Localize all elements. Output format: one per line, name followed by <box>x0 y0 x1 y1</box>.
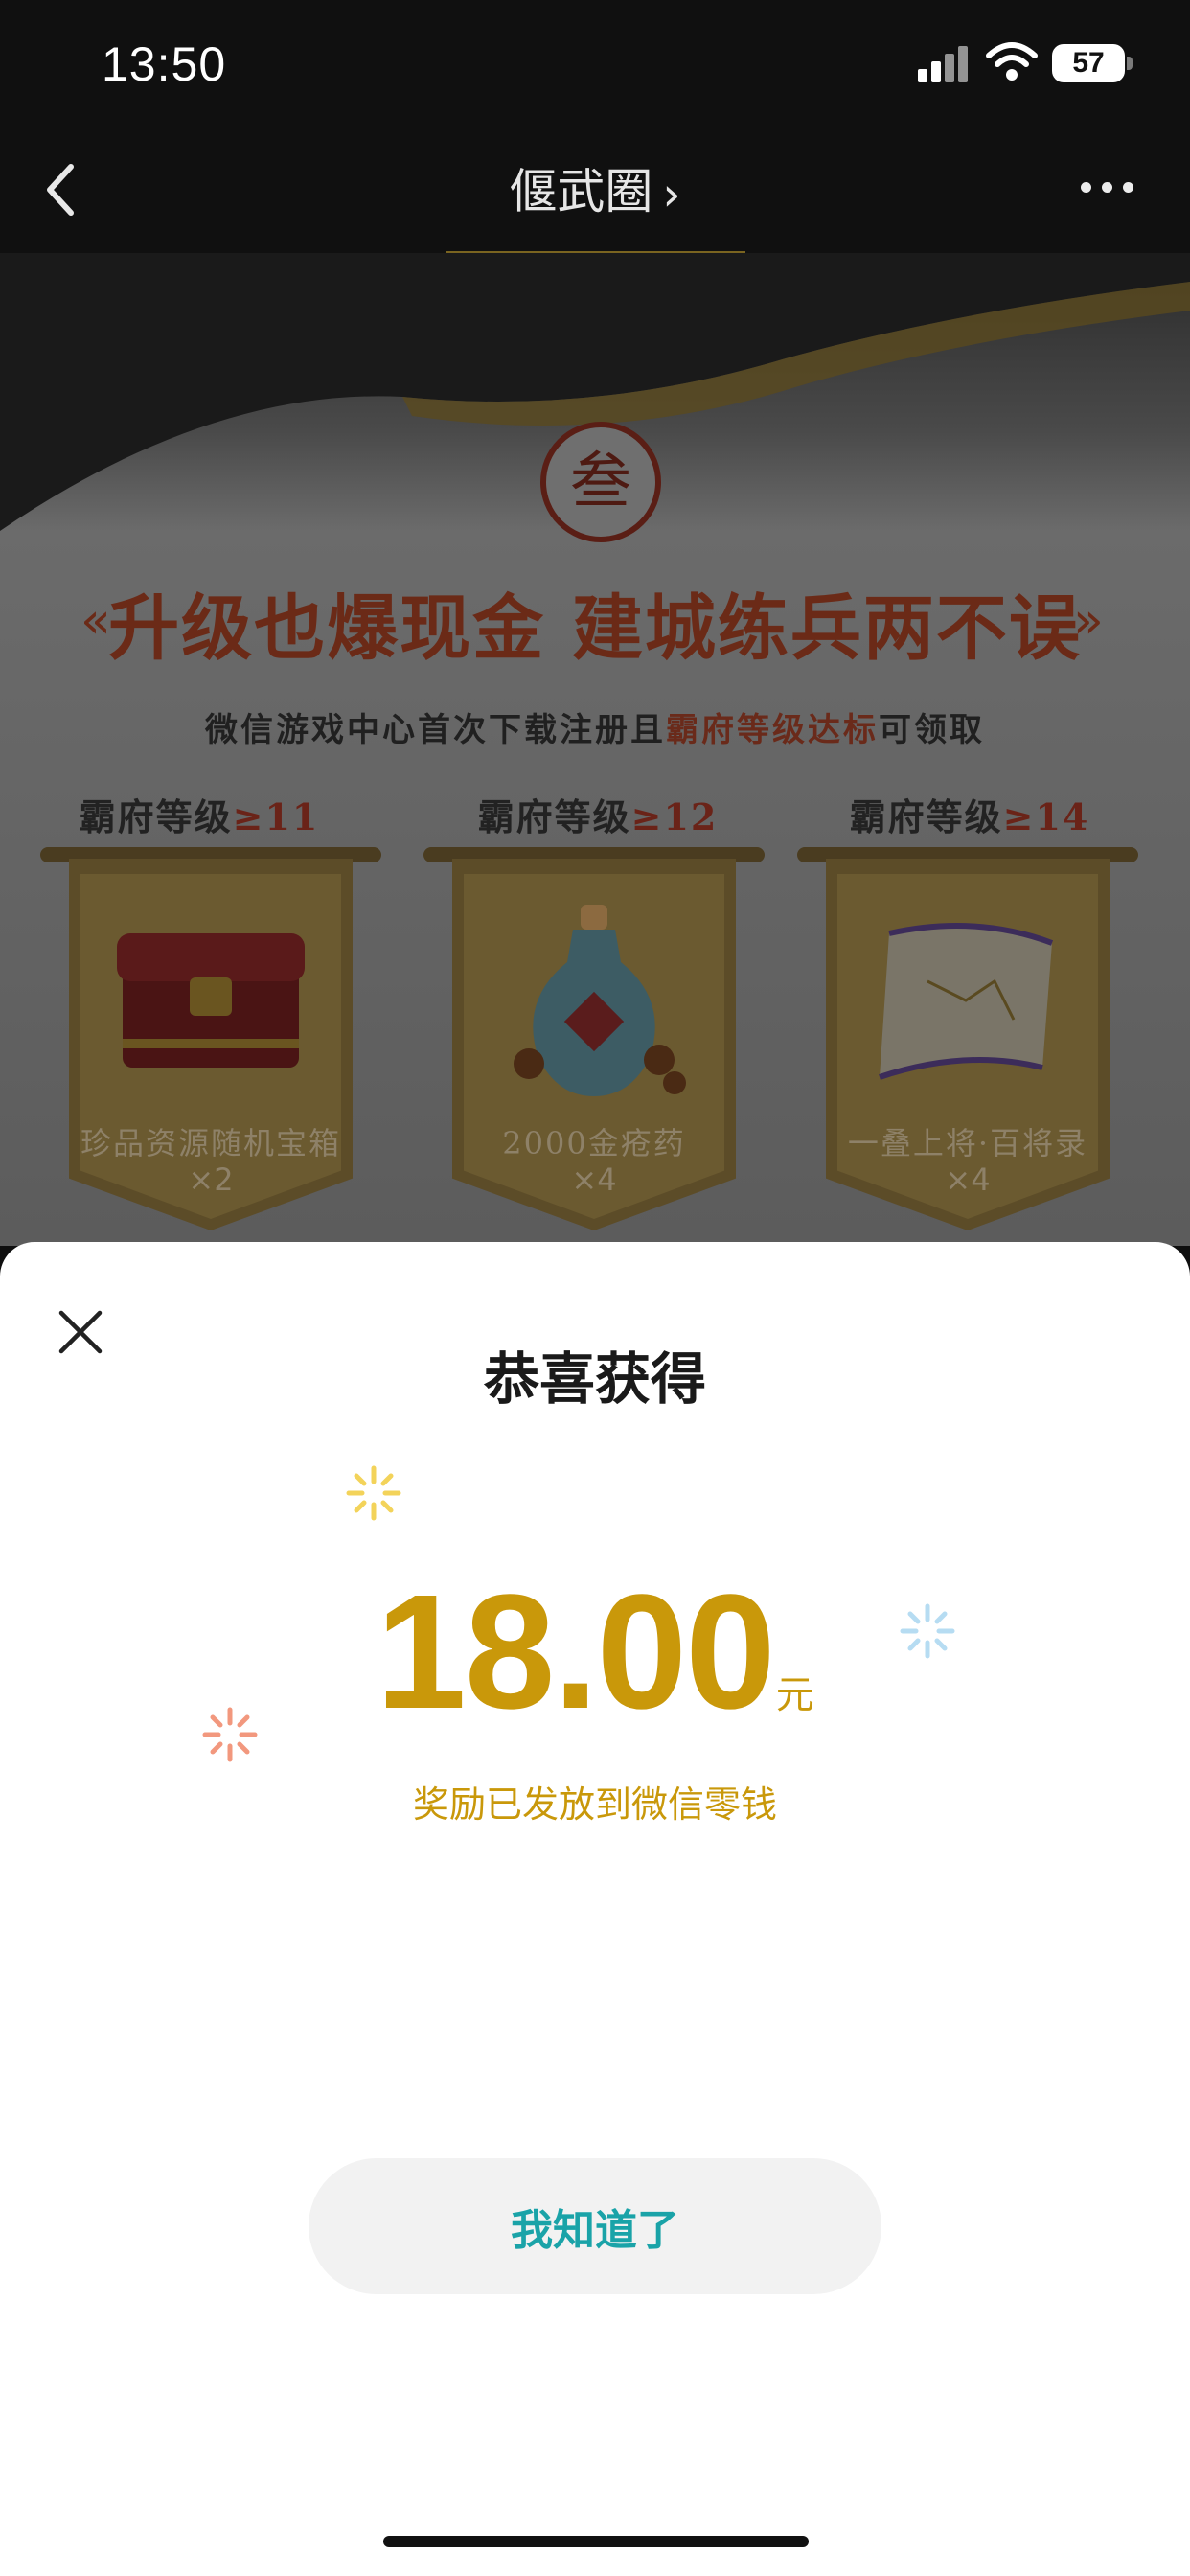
sparkle-yellow-icon <box>346 1465 401 1521</box>
reward-bottom-sheet <box>0 1242 1190 2576</box>
wifi-icon <box>986 42 1038 80</box>
subline-highlight: 霸府等级达标 <box>666 711 879 749</box>
reward-name-1: 珍品资源随机宝箱 <box>80 1125 341 1162</box>
reward-card-2: 2000金疮药 ×4 <box>423 847 765 1230</box>
subline-suffix: 可领取 <box>879 711 985 749</box>
tier-level-3: 霸府等级≥14 <box>849 795 1090 839</box>
treasure-chest-icon <box>117 933 305 1068</box>
banner-subline: 微信游戏中心首次下载注册且霸府等级达标可领取 <box>0 703 1190 750</box>
reward-qty-2: ×4 <box>571 1162 617 1198</box>
banner-headline: 升级也爆现金 建城练兵两不误 <box>108 587 1082 670</box>
subline-prefix: 微信游戏中心首次下载注册且 <box>205 711 666 749</box>
reward-note: 奖励已发放到微信零钱 <box>412 1783 777 1826</box>
confirm-button[interactable]: 我知道了 <box>309 2158 881 2294</box>
reward-name-2: 2000金疮药 <box>502 1125 686 1162</box>
medicine-bottle-icon <box>514 905 686 1096</box>
reward-amount: 18.00元 <box>0 1558 1190 1746</box>
chevron-right-icon: › <box>662 168 681 221</box>
reward-card-3: 一叠上将·百将录 ×4 <box>797 847 1138 1230</box>
battery-cap <box>1127 57 1133 70</box>
amount-unit: 元 <box>775 1674 814 1716</box>
nav-title[interactable]: 偃武圈 › <box>0 153 1190 222</box>
battery-indicator: 57 <box>1052 44 1125 82</box>
ornament-right: » <box>1073 592 1104 650</box>
reward-qty-1: ×2 <box>188 1162 234 1198</box>
nav-title-text: 偃武圈 <box>509 164 653 219</box>
cellular-signal-icon <box>918 44 968 82</box>
amount-value: 18.00 <box>376 1561 775 1743</box>
reward-card-1: 珍品资源随机宝箱 ×2 <box>40 847 381 1230</box>
status-time: 13:50 <box>102 37 227 91</box>
home-indicator[interactable] <box>383 2536 809 2547</box>
reward-qty-3: ×4 <box>945 1162 991 1198</box>
tier-level-2: 霸府等级≥12 <box>477 795 719 839</box>
sheet-title: 恭喜获得 <box>483 1346 706 1412</box>
reward-name-3: 一叠上将·百将录 <box>847 1125 1088 1162</box>
seal-char: 叁 <box>570 447 631 518</box>
scroll-icon <box>879 923 1054 1080</box>
more-options-icon[interactable] <box>1081 178 1138 197</box>
tier-level-1: 霸府等级≥11 <box>79 795 320 839</box>
